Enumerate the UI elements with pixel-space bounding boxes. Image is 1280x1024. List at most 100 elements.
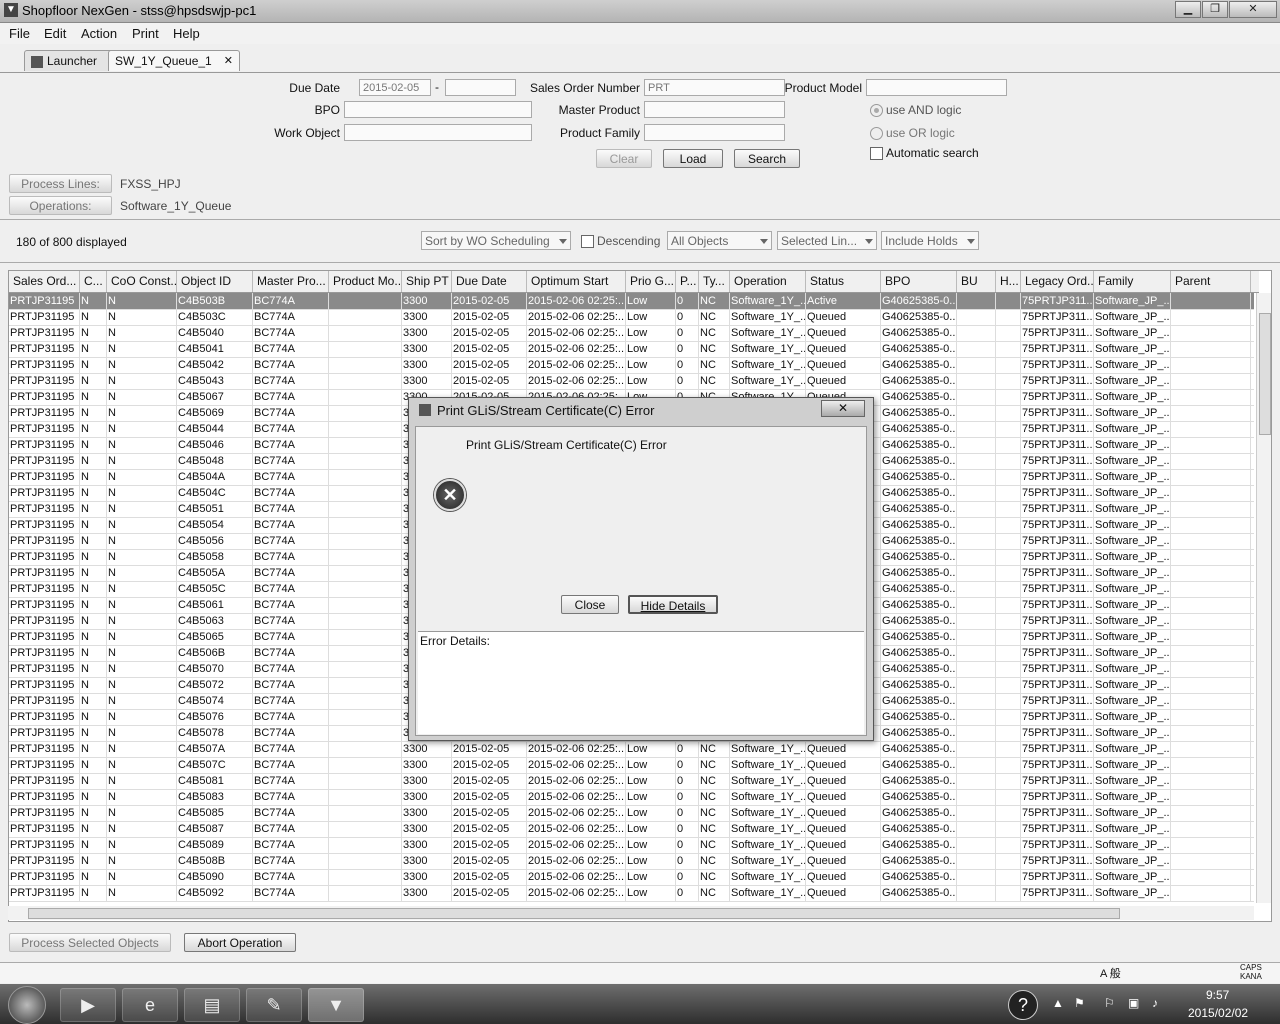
scroll-thumb[interactable]	[28, 908, 1120, 919]
column-header-sales-order[interactable]: Sales Ord...	[9, 271, 80, 292]
vertical-scrollbar[interactable]	[1256, 293, 1271, 903]
product-model-input[interactable]	[866, 79, 1007, 96]
cell-optimum-start: 2015-02-06 02:25:...	[528, 357, 626, 373]
descending-checkbox[interactable]	[581, 235, 594, 248]
menu-print[interactable]: Print	[132, 26, 159, 41]
search-button[interactable]: Search	[734, 149, 800, 168]
table-row[interactable]: PRTJP31195 N N C4B507C BC774A 3300 2015-02-05 2…	[9, 757, 1254, 774]
tab-sw-queue[interactable]: SW_1Y_Queue_1 ✕	[108, 50, 240, 71]
due-date-to-input[interactable]	[445, 79, 516, 96]
and-logic-radio[interactable]	[870, 104, 883, 117]
table-row[interactable]: PRTJP31195 N N C4B5081 BC774A 3300 2015-02-05 2…	[9, 773, 1254, 790]
dialog-close-button[interactable]: Close	[561, 595, 619, 614]
table-row[interactable]: PRTJP31195 N N C4B507A BC774A 3300 2015-02-05 2…	[9, 741, 1254, 758]
table-row[interactable]: PRTJP31195 N N C4B5089 BC774A 3300 2015-02-05 2…	[9, 837, 1254, 854]
automatic-search-checkbox[interactable]	[870, 147, 883, 160]
shopfloor-app-icon[interactable]: ▼	[308, 988, 364, 1022]
media-player-icon[interactable]: ▶	[60, 988, 116, 1022]
minimize-button[interactable]: ▁	[1175, 1, 1201, 18]
cell-bu	[957, 485, 996, 501]
flag-icon[interactable]: ⚐	[1104, 996, 1115, 1010]
internet-explorer-icon[interactable]: e	[122, 988, 178, 1022]
column-header-operation[interactable]: Operation	[730, 271, 806, 292]
lines-combo[interactable]: Selected Lin...	[777, 231, 877, 250]
column-header-h[interactable]: H...	[996, 271, 1021, 292]
tab-close-icon[interactable]: ✕	[224, 51, 233, 71]
cell-status: Queued	[806, 773, 881, 789]
column-header-c[interactable]: C...	[80, 271, 107, 292]
holds-combo[interactable]: Include Holds	[881, 231, 979, 250]
column-header-coo[interactable]: CoO Const...	[107, 271, 177, 292]
network-icon[interactable]: ▣	[1128, 996, 1139, 1010]
process-selected-button[interactable]: Process Selected Objects	[9, 933, 171, 952]
column-header-master-product[interactable]: Master Pro...	[253, 271, 329, 292]
column-header-parent[interactable]: Parent	[1171, 271, 1251, 292]
dialog-close-icon[interactable]: ✕	[821, 400, 865, 417]
column-header-due-date[interactable]: Due Date	[452, 271, 527, 292]
descending-label: Descending	[597, 234, 661, 248]
work-object-input[interactable]	[344, 124, 532, 141]
or-logic-radio[interactable]	[870, 127, 883, 140]
column-header-type[interactable]: Ty...	[699, 271, 730, 292]
cell-sales-order: PRTJP31195	[9, 517, 80, 533]
load-button[interactable]: Load	[663, 149, 723, 168]
column-header-p[interactable]: P...	[676, 271, 699, 292]
table-row[interactable]: PRTJP31195 N N C4B5085 BC774A 3300 2015-02-05 2…	[9, 805, 1254, 822]
column-header-status[interactable]: Status	[806, 271, 881, 292]
action-center-icon[interactable]: ⚑	[1074, 996, 1085, 1010]
column-header-legacy-order[interactable]: Legacy Ord...	[1021, 271, 1094, 292]
table-row[interactable]: PRTJP31195 N N C4B5090 BC774A 3300 2015-02-05 2…	[9, 869, 1254, 886]
column-header-object-id[interactable]: Object ID	[177, 271, 253, 292]
tray-expand-icon[interactable]: ▲	[1052, 996, 1064, 1010]
column-header-bpo[interactable]: BPO	[881, 271, 957, 292]
menu-help[interactable]: Help	[173, 26, 200, 41]
table-row[interactable]: PRTJP31195 N N C4B5087 BC774A 3300 2015-02-05 2…	[9, 821, 1254, 838]
column-header-product-model[interactable]: Product Mo...	[329, 271, 402, 292]
table-row[interactable]: PRTJP31195 N N C4B5092 BC774A 3300 2015-02-05 2…	[9, 885, 1254, 902]
table-row[interactable]: PRTJP31195 N N C4B5041 BC774A 3300 2015-02-05 2…	[9, 341, 1254, 358]
horizontal-scrollbar[interactable]	[8, 906, 1254, 920]
process-lines-button[interactable]: Process Lines:	[9, 174, 112, 193]
maximize-button[interactable]: ❐	[1202, 1, 1228, 18]
menu-action[interactable]: Action	[81, 26, 117, 41]
cell-c: N	[80, 485, 107, 501]
clock-date[interactable]: 2015/02/02	[1188, 1006, 1248, 1020]
notepad-icon[interactable]: ✎	[246, 988, 302, 1022]
bpo-input[interactable]	[344, 101, 532, 118]
table-row[interactable]: PRTJP31195 N N C4B503C BC774A 3300 2015-02-05 2…	[9, 309, 1254, 326]
help-icon[interactable]: ?	[1008, 990, 1038, 1020]
master-product-input[interactable]	[644, 101, 785, 118]
table-row[interactable]: PRTJP31195 N N C4B5042 BC774A 3300 2015-02-05 2…	[9, 357, 1254, 374]
cell-object-id: C4B5041	[177, 341, 253, 357]
sort-combo[interactable]: Sort by WO Scheduling	[421, 231, 571, 250]
file-explorer-icon[interactable]: ▤	[184, 988, 240, 1022]
menu-edit[interactable]: Edit	[44, 26, 66, 41]
sales-order-input[interactable]: PRT	[644, 79, 785, 96]
menu-file[interactable]: File	[9, 26, 30, 41]
column-header-family[interactable]: Family	[1094, 271, 1171, 292]
scroll-thumb[interactable]	[1259, 313, 1271, 435]
start-button-icon[interactable]	[8, 986, 46, 1024]
clock-time[interactable]: 9:57	[1206, 988, 1229, 1002]
hide-details-button[interactable]: Hide Details	[628, 595, 718, 614]
column-header-ship-pt[interactable]: Ship PT	[402, 271, 452, 292]
cell-priority: Low	[626, 325, 676, 341]
operations-button[interactable]: Operations:	[9, 196, 112, 215]
volume-icon[interactable]: ♪	[1152, 996, 1158, 1010]
clear-button[interactable]: Clear	[596, 149, 652, 168]
table-row[interactable]: PRTJP31195 N N C4B5043 BC774A 3300 2015-02-05 2…	[9, 373, 1254, 390]
product-family-input[interactable]	[644, 124, 785, 141]
abort-operation-button[interactable]: Abort Operation	[184, 933, 296, 952]
objects-combo[interactable]: All Objects	[667, 231, 772, 250]
table-row[interactable]: PRTJP31195 N N C4B5083 BC774A 3300 2015-02-05 2…	[9, 789, 1254, 806]
cell-sales-order: PRTJP31195	[9, 837, 80, 853]
table-row[interactable]: PRTJP31195 N N C4B508B BC774A 3300 2015-02-05 2…	[9, 853, 1254, 870]
close-window-button[interactable]: ✕	[1229, 1, 1277, 18]
due-date-from-input[interactable]: 2015-02-05	[359, 79, 431, 96]
table-row[interactable]: PRTJP31195 N N C4B5040 BC774A 3300 2015-02-05 2…	[9, 325, 1254, 342]
column-header-optimum-start[interactable]: Optimum Start	[527, 271, 626, 292]
cell-bu	[957, 325, 996, 341]
column-header-bu[interactable]: BU	[957, 271, 996, 292]
column-header-priority[interactable]: Prio G...	[626, 271, 676, 292]
table-row[interactable]: PRTJP31195 N N C4B503B BC774A 3300 2015-02-05 2…	[9, 293, 1254, 310]
